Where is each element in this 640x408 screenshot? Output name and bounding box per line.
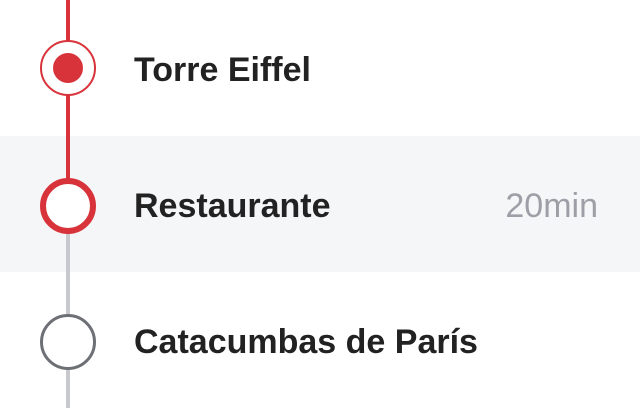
- hollow-circle-icon: [40, 314, 96, 370]
- ring-icon: [40, 178, 96, 234]
- stop-name: Torre Eiffel: [134, 51, 311, 89]
- stop-marker-dot: [53, 53, 83, 83]
- stop-name: Restaurante: [134, 187, 331, 225]
- stop-row-torre-eiffel[interactable]: [0, 0, 640, 136]
- filled-dot-icon: [40, 40, 96, 96]
- stop-duration: 20min: [505, 187, 598, 225]
- timeline-segment-upcoming: [66, 206, 70, 408]
- stop-name: Catacumbas de París: [134, 323, 478, 361]
- route-timeline: Torre Eiffel Restaurante 20min Catacumba…: [0, 0, 640, 408]
